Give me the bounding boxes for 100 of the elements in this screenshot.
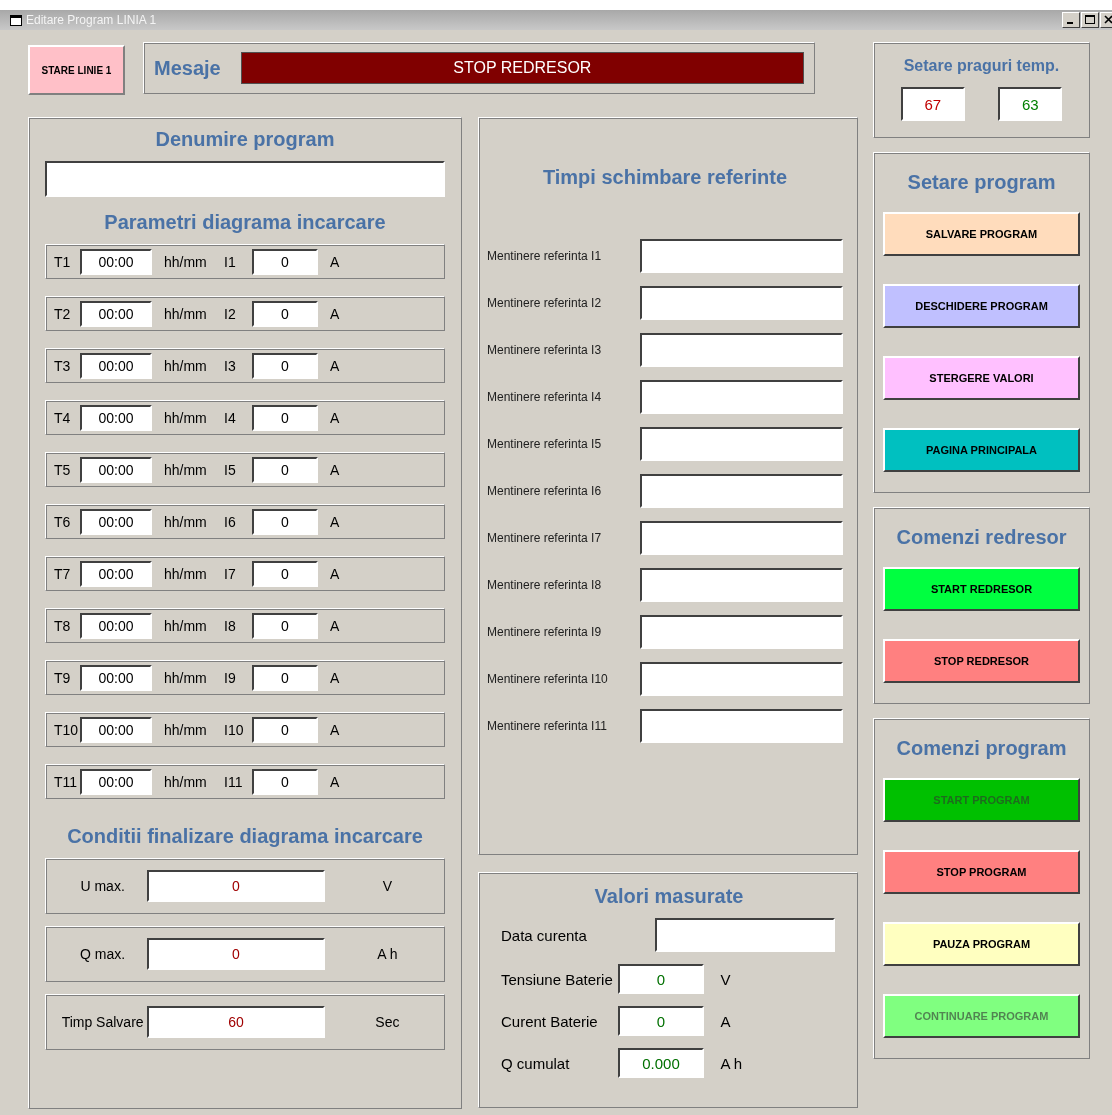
current-field[interactable]: 0: [252, 716, 318, 743]
command-button[interactable]: STOP PROGRAM: [883, 850, 1080, 894]
condition-field[interactable]: 0: [147, 938, 325, 970]
reference-field[interactable]: [640, 333, 843, 367]
current-field[interactable]: 0: [252, 352, 318, 379]
condition-label: Q max.: [79, 946, 127, 962]
condition-label: U max.: [79, 878, 126, 894]
time-label: T1: [54, 253, 72, 270]
time-label: T5: [54, 461, 72, 478]
date-field[interactable]: [655, 918, 835, 952]
time-field[interactable]: 00:00: [80, 248, 152, 275]
section-heading: Parametri diagrama incarcare: [103, 211, 387, 234]
reference-field[interactable]: [640, 286, 843, 320]
reference-field[interactable]: [640, 239, 843, 273]
reference-label: Mentinere referinta I2: [487, 296, 602, 310]
section-heading: Conditii finalizare diagrama incarcare: [66, 825, 424, 848]
window-icon: [10, 14, 22, 26]
current-label: I6: [224, 513, 237, 530]
reference-field[interactable]: [640, 521, 843, 555]
time-field[interactable]: 00:00: [80, 560, 152, 587]
current-field[interactable]: 0: [252, 508, 318, 535]
command-button[interactable]: SALVARE PROGRAM: [883, 212, 1080, 256]
unit-label: A: [330, 461, 340, 478]
current-field[interactable]: 0: [252, 612, 318, 639]
unit-label: A: [330, 617, 340, 634]
line-status-button[interactable]: STARE LINIE 1: [28, 45, 125, 95]
unit-label: A: [330, 773, 340, 790]
time-field[interactable]: 00:00: [80, 352, 152, 379]
unit-label: V: [381, 878, 394, 894]
reference-field[interactable]: [640, 709, 843, 743]
time-field[interactable]: 00:00: [80, 404, 152, 431]
current-field[interactable]: 0: [252, 664, 318, 691]
program-name-field[interactable]: [45, 161, 445, 197]
reference-label: Mentinere referinta I9: [487, 625, 602, 639]
unit-label: A h: [720, 1054, 744, 1072]
unit-label: hh/mm: [164, 357, 208, 374]
reference-field[interactable]: [640, 427, 843, 461]
command-button[interactable]: STERGERE VALORI: [883, 356, 1080, 400]
current-label: I10: [224, 721, 245, 738]
current-label: I3: [224, 357, 237, 374]
current-label: I7: [224, 565, 237, 582]
unit-label: A: [330, 305, 340, 322]
reference-label: Mentinere referinta I5: [487, 437, 602, 451]
current-field[interactable]: 0: [252, 456, 318, 483]
unit-label: hh/mm: [164, 461, 208, 478]
command-button[interactable]: STOP REDRESOR: [883, 639, 1080, 683]
unit-label: V: [720, 970, 732, 988]
command-button[interactable]: PAUZA PROGRAM: [883, 922, 1080, 966]
unit-label: Sec: [374, 1014, 401, 1030]
unit-label: hh/mm: [164, 305, 208, 322]
section-heading: Comenzi program: [896, 737, 1067, 760]
current-field[interactable]: 0: [252, 300, 318, 327]
unit-label: A: [330, 565, 340, 582]
current-field[interactable]: 0: [252, 768, 318, 795]
current-field[interactable]: 0: [252, 248, 318, 275]
unit-label: hh/mm: [164, 721, 208, 738]
time-field[interactable]: 00:00: [80, 300, 152, 327]
unit-label: hh/mm: [164, 513, 208, 530]
unit-label: hh/mm: [164, 617, 208, 634]
reference-field[interactable]: [640, 568, 843, 602]
section-heading: Valori masurate: [593, 885, 745, 908]
unit-label: A: [720, 1012, 732, 1030]
threshold-field[interactable]: 67: [900, 87, 965, 121]
current-field[interactable]: 0: [252, 560, 318, 587]
command-button[interactable]: DESCHIDERE PROGRAM: [883, 284, 1080, 328]
time-field[interactable]: 00:00: [80, 508, 152, 535]
reading-field: 0.000: [617, 1048, 705, 1078]
current-field[interactable]: 0: [252, 404, 318, 431]
command-button[interactable]: START REDRESOR: [883, 567, 1080, 611]
reference-label: Mentinere referinta I6: [487, 484, 602, 498]
reference-field[interactable]: [640, 474, 843, 508]
time-label: T2: [54, 305, 72, 322]
current-label: I1: [224, 253, 237, 270]
reference-field[interactable]: [640, 380, 843, 414]
section-heading: Comenzi redresor: [896, 526, 1067, 549]
message-display: STOP REDRESOR: [240, 52, 804, 84]
minimize-icon[interactable]: [1062, 12, 1080, 28]
time-field[interactable]: 00:00: [80, 768, 152, 795]
condition-field[interactable]: 60: [147, 1006, 325, 1038]
reference-label: Mentinere referinta I8: [487, 578, 602, 592]
section-heading: Denumire program: [154, 128, 336, 151]
reference-label: Mentinere referinta I4: [487, 390, 602, 404]
maximize-icon[interactable]: [1081, 12, 1099, 28]
current-label: I9: [224, 669, 237, 686]
time-label: T8: [54, 617, 72, 634]
unit-label: hh/mm: [164, 565, 208, 582]
time-label: T11: [54, 773, 79, 790]
time-field[interactable]: 00:00: [80, 716, 152, 743]
threshold-field[interactable]: 63: [998, 87, 1063, 121]
time-field[interactable]: 00:00: [80, 456, 152, 483]
section-heading: Setare program: [907, 171, 1056, 194]
condition-field[interactable]: 0: [147, 870, 325, 902]
current-label: I8: [224, 617, 237, 634]
reference-field[interactable]: [640, 662, 843, 696]
measured-label: Tensiune Baterie: [501, 970, 614, 988]
time-field[interactable]: 00:00: [80, 612, 152, 639]
reference-field[interactable]: [640, 615, 843, 649]
reference-label: Mentinere referinta I7: [487, 531, 602, 545]
command-button[interactable]: PAGINA PRINCIPALA: [883, 428, 1080, 472]
time-field[interactable]: 00:00: [80, 664, 152, 691]
